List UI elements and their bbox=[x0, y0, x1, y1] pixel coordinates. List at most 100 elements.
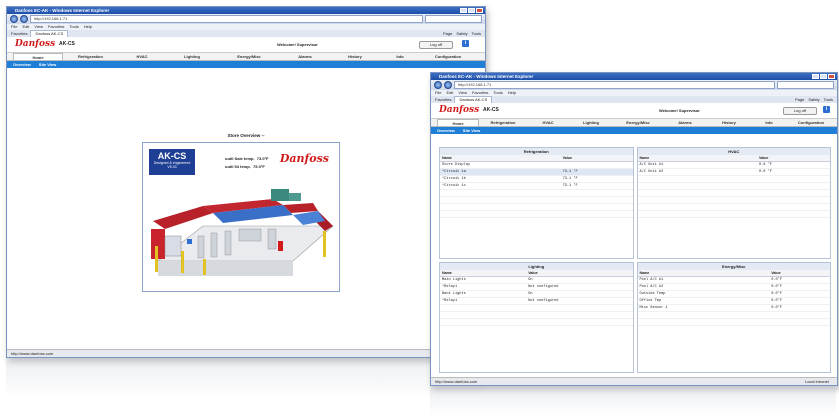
menu-tools[interactable]: Tools bbox=[69, 24, 78, 30]
table-row[interactable]: Pool A/C #1 0.0°F bbox=[637, 276, 830, 284]
tab-configuration[interactable]: Configuration bbox=[787, 119, 835, 126]
tab-history[interactable]: History bbox=[707, 119, 751, 126]
menu-help[interactable]: Help bbox=[84, 24, 92, 30]
browser-tab[interactable]: Danfoss AK-CS bbox=[30, 30, 69, 37]
tab-info[interactable]: Info bbox=[751, 119, 787, 126]
close-icon[interactable] bbox=[476, 8, 483, 13]
toolbar-safety[interactable]: Safety bbox=[456, 31, 467, 37]
maximize-icon[interactable] bbox=[468, 8, 475, 13]
tab-history[interactable]: History bbox=[330, 53, 380, 60]
maximize-icon[interactable] bbox=[820, 74, 827, 79]
toolbar-page[interactable]: Page bbox=[443, 31, 452, 37]
tab-alarms[interactable]: Alarms bbox=[663, 119, 707, 126]
menu-tools[interactable]: Tools bbox=[493, 90, 502, 96]
table-row bbox=[440, 196, 633, 204]
table-row[interactable]: *Circuit 1a 73.1 °F bbox=[440, 168, 633, 176]
browser-tab[interactable]: Danfoss AK-CS bbox=[454, 96, 493, 103]
toolbar-tools[interactable]: Tools bbox=[824, 97, 833, 103]
row-value: Not configured bbox=[526, 297, 633, 305]
tab-home[interactable]: Home bbox=[13, 53, 63, 60]
info-icon[interactable]: i bbox=[823, 106, 830, 113]
table-row[interactable]: Outside Temp 0.0°F bbox=[637, 290, 830, 298]
status-text: http://www.danfoss.com bbox=[11, 351, 54, 356]
logoff-button[interactable]: Log off bbox=[419, 41, 453, 49]
row-name: *Circuit 1c bbox=[440, 182, 561, 190]
tab-lighting[interactable]: Lighting bbox=[166, 53, 218, 60]
table-row[interactable]: Store Display bbox=[440, 161, 633, 169]
tab-refrigeration[interactable]: Refrigeration bbox=[63, 53, 118, 60]
subtab-site-view[interactable]: Site View bbox=[463, 127, 481, 134]
minimize-icon[interactable] bbox=[460, 8, 467, 13]
browser-toolbar: Page Safety Tools bbox=[443, 31, 485, 37]
table-row bbox=[440, 203, 633, 211]
toolbar-safety[interactable]: Safety bbox=[808, 97, 819, 103]
table-row[interactable]: Office Tmp 0.0°F bbox=[637, 297, 830, 305]
table-row[interactable]: Misc Sensor 1 0.0°F bbox=[637, 304, 830, 312]
refrigeration-table: Name Value Store Display *Circuit 1a 73.1 … bbox=[440, 155, 633, 218]
row-name: *Relay1 bbox=[440, 283, 527, 291]
tab-home[interactable]: Home bbox=[437, 119, 479, 126]
row-name: Store Display bbox=[440, 161, 561, 169]
row-name: Office Tmp bbox=[637, 297, 770, 305]
badge-line-2: V5.33 bbox=[167, 165, 177, 169]
row-value: On bbox=[526, 276, 633, 284]
subtab-overview[interactable]: Overview bbox=[437, 127, 455, 134]
back-icon[interactable] bbox=[434, 81, 442, 89]
tab-hvac[interactable]: HVAC bbox=[527, 119, 569, 126]
forward-icon[interactable] bbox=[444, 81, 452, 89]
toolbar-tools[interactable]: Tools bbox=[472, 31, 481, 37]
url-input[interactable]: http://192.168.1.71 bbox=[30, 15, 423, 23]
store-floorplan-illustration[interactable] bbox=[143, 181, 339, 291]
row-name: Misc Sensor 1 bbox=[637, 304, 770, 312]
table-row bbox=[440, 304, 633, 312]
subtab-overview[interactable]: Overview bbox=[13, 61, 31, 68]
close-icon[interactable] bbox=[828, 74, 835, 79]
tab-refrigeration[interactable]: Refrigeration bbox=[479, 119, 527, 126]
search-input[interactable] bbox=[777, 81, 834, 89]
tab-lighting[interactable]: Lighting bbox=[569, 119, 613, 126]
browser-toolbar: Page Safety Tools bbox=[795, 97, 837, 103]
menu-edit[interactable]: Edit bbox=[22, 24, 29, 30]
tab-energy-misc[interactable]: Energy/Misc bbox=[218, 53, 280, 60]
tab-alarms[interactable]: Alarms bbox=[280, 53, 330, 60]
favorites-button[interactable]: Favorites bbox=[435, 97, 451, 103]
back-icon[interactable] bbox=[10, 15, 18, 23]
table-row[interactable]: Back Lights On bbox=[440, 290, 633, 298]
table-row[interactable]: *Circuit 1b 73.1 °F bbox=[440, 175, 633, 183]
table-row[interactable]: Main Lights On bbox=[440, 276, 633, 284]
row-name: *Circuit 1b bbox=[440, 175, 561, 183]
table-row[interactable]: A/C Unit #1 0.0 °F bbox=[637, 161, 830, 169]
menu-help[interactable]: Help bbox=[508, 90, 516, 96]
table-row bbox=[637, 311, 830, 319]
tab-energy-misc[interactable]: Energy/Misc bbox=[613, 119, 663, 126]
url-input[interactable]: http://192.168.1.71 bbox=[454, 81, 775, 89]
table-row[interactable]: Pool A/C #2 0.0°F bbox=[637, 283, 830, 291]
search-input[interactable] bbox=[425, 15, 482, 23]
subtab-site-view[interactable]: Site View bbox=[39, 61, 57, 68]
favorites-button[interactable]: Favorites bbox=[11, 31, 27, 37]
table-row[interactable]: *Relay1 Not configured bbox=[440, 283, 633, 291]
menu-file[interactable]: File bbox=[435, 90, 441, 96]
tab-hvac[interactable]: HVAC bbox=[118, 53, 166, 60]
table-row[interactable]: *Circuit 1c 73.1 °F bbox=[440, 182, 633, 190]
address-bar-row: http://192.168.1.71 bbox=[431, 80, 837, 90]
tab-configuration[interactable]: Configuration bbox=[420, 53, 476, 60]
menu-file[interactable]: File bbox=[11, 24, 17, 30]
energy-misc-panel: Energy/Misc Name Value Pool A/C #1 0.0°F P… bbox=[636, 261, 831, 373]
info-icon[interactable]: i bbox=[462, 40, 469, 47]
window-reflection bbox=[6, 358, 484, 398]
window-title: Danfoss EC-AK - Windows Internet Explore… bbox=[15, 8, 110, 13]
row-name: *Relay1 bbox=[440, 297, 527, 305]
forward-icon[interactable] bbox=[20, 15, 28, 23]
table-row[interactable]: A/C Unit #2 0.0 °F bbox=[637, 168, 830, 176]
logoff-button[interactable]: Log off bbox=[783, 107, 817, 115]
row-name: Pool A/C #2 bbox=[637, 283, 770, 291]
toolbar-page[interactable]: Page bbox=[795, 97, 804, 103]
tab-info[interactable]: Info bbox=[380, 53, 420, 60]
row-name: A/C Unit #1 bbox=[637, 161, 757, 169]
table-row[interactable]: *Relay1 Not configured bbox=[440, 297, 633, 305]
row-value: 73.1 °F bbox=[560, 175, 633, 183]
minimize-icon[interactable] bbox=[812, 74, 819, 79]
menu-edit[interactable]: Edit bbox=[446, 90, 453, 96]
row-value: 0.0°F bbox=[769, 297, 830, 305]
